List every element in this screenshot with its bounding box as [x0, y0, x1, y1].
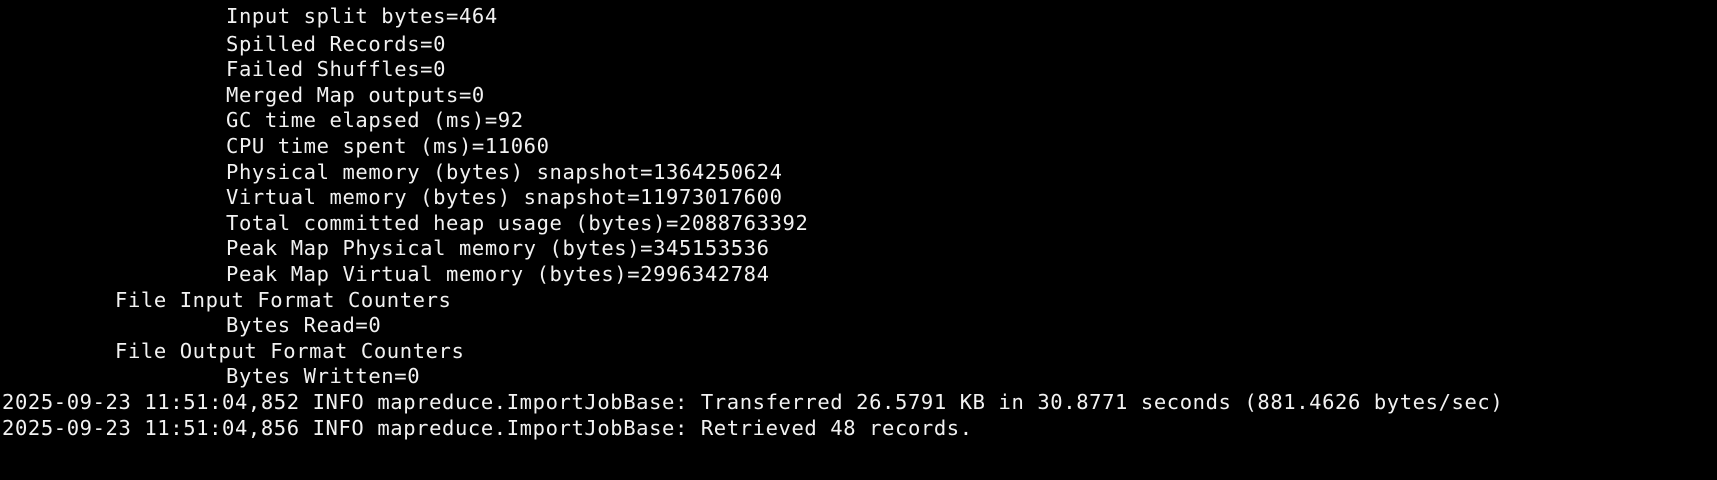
counter-line-virtual-memory: Virtual memory (bytes) snapshot=11973017…: [226, 185, 783, 209]
counter-line-cpu-time: CPU time spent (ms)=11060: [226, 134, 550, 158]
counter-line-merged-map-outputs: Merged Map outputs=0: [226, 83, 485, 107]
log-line-retrieved: 2025-09-23 11:51:04,856 INFO mapreduce.I…: [2, 416, 973, 440]
counter-line-gc-time: GC time elapsed (ms)=92: [226, 108, 524, 132]
counter-line-failed-shuffles: Failed Shuffles=0: [226, 57, 447, 81]
counter-line-peak-map-virtual: Peak Map Virtual memory (bytes)=29963427…: [226, 262, 770, 286]
counter-line-bytes-read: Bytes Read=0: [226, 313, 382, 337]
counter-line-bytes-written: Bytes Written=0: [226, 364, 421, 388]
counter-line-input-split-bytes: Input split bytes=464: [226, 4, 498, 28]
log-line-transferred: 2025-09-23 11:51:04,852 INFO mapreduce.I…: [2, 390, 1504, 414]
counter-line-total-heap: Total committed heap usage (bytes)=20887…: [226, 211, 809, 235]
counter-line-spilled-records: Spilled Records=0: [226, 32, 447, 56]
counter-line-physical-memory: Physical memory (bytes) snapshot=1364250…: [226, 160, 783, 184]
counter-line-peak-map-physical: Peak Map Physical memory (bytes)=3451535…: [226, 236, 770, 260]
counter-group-file-input-format: File Input Format Counters: [115, 288, 452, 312]
terminal-output[interactable]: Input split bytes=464 Spilled Records=0 …: [0, 0, 1717, 480]
counter-group-file-output-format: File Output Format Counters: [115, 339, 465, 363]
